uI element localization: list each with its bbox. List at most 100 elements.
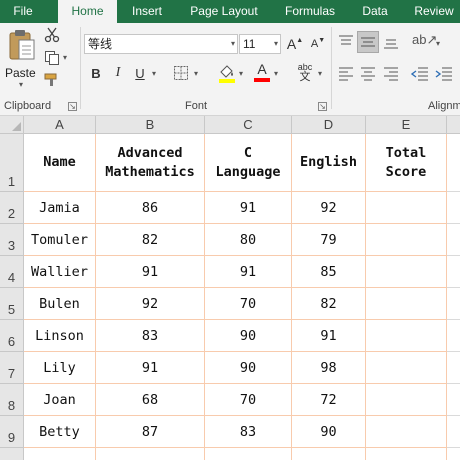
table-cell[interactable] xyxy=(366,384,447,416)
row-header-10[interactable]: 10 xyxy=(0,448,24,460)
table-cell[interactable]: 70 xyxy=(205,288,292,320)
table-cell[interactable] xyxy=(366,448,447,460)
table-cell[interactable] xyxy=(205,448,292,460)
table-cell[interactable]: 90 xyxy=(205,320,292,352)
table-cell[interactable] xyxy=(366,192,447,224)
align-center-icon[interactable] xyxy=(360,67,376,81)
bottom-align-icon[interactable] xyxy=(383,35,399,49)
fill-color-icon[interactable] xyxy=(218,63,236,83)
column-header-b[interactable]: B xyxy=(96,116,205,134)
row-header-7[interactable]: 7 xyxy=(0,352,24,384)
table-cell[interactable] xyxy=(447,352,460,384)
font-color-dropdown-icon[interactable]: ▾ xyxy=(274,69,278,78)
copy-dropdown-icon[interactable]: ▾ xyxy=(63,53,67,62)
tab-home[interactable]: Home xyxy=(58,0,117,23)
header-cell[interactable]: Name xyxy=(24,134,96,192)
row-header-3[interactable]: 3 xyxy=(0,224,24,256)
table-cell[interactable] xyxy=(447,416,460,448)
borders-dropdown-icon[interactable]: ▾ xyxy=(194,69,198,78)
middle-align-button[interactable] xyxy=(357,31,379,53)
table-cell[interactable] xyxy=(447,448,460,460)
font-name-combo[interactable]: 等线 ▾ xyxy=(84,34,238,54)
row-header-5[interactable]: 5 xyxy=(0,288,24,320)
table-cell[interactable]: 79 xyxy=(292,224,366,256)
decrease-font-button[interactable]: A ▼ xyxy=(308,34,328,54)
select-all-corner[interactable] xyxy=(0,116,24,134)
table-cell[interactable] xyxy=(366,256,447,288)
table-cell[interactable]: 85 xyxy=(292,256,366,288)
table-cell[interactable]: Linson xyxy=(24,320,96,352)
table-cell[interactable]: 92 xyxy=(292,192,366,224)
table-cell[interactable]: 90 xyxy=(205,352,292,384)
tab-file[interactable]: File xyxy=(4,0,42,23)
column-header-d[interactable]: D xyxy=(292,116,366,134)
orientation-dropdown-icon[interactable]: ▾ xyxy=(436,39,440,48)
table-cell[interactable]: 91 xyxy=(205,192,292,224)
table-cell[interactable]: Tomuler xyxy=(24,224,96,256)
table-cell[interactable] xyxy=(366,320,447,352)
increase-indent-icon[interactable] xyxy=(435,67,453,81)
italic-button[interactable]: I xyxy=(108,63,128,83)
table-cell[interactable]: 82 xyxy=(292,288,366,320)
tab-page-layout[interactable]: Page Layout xyxy=(184,0,264,23)
table-cell[interactable]: 91 xyxy=(96,352,205,384)
table-cell[interactable]: 72 xyxy=(292,384,366,416)
column-header-c[interactable]: C xyxy=(205,116,292,134)
bold-button[interactable]: B xyxy=(86,63,106,83)
row-header-8[interactable]: 8 xyxy=(0,384,24,416)
font-color-button[interactable]: A xyxy=(254,62,270,84)
header-cell[interactable]: Total Score xyxy=(366,134,447,192)
cut-icon[interactable] xyxy=(44,27,60,43)
decrease-indent-icon[interactable] xyxy=(411,67,429,81)
top-align-icon[interactable] xyxy=(338,35,354,49)
fill-color-dropdown-icon[interactable]: ▾ xyxy=(239,69,243,78)
table-cell[interactable]: 83 xyxy=(96,320,205,352)
underline-dropdown-icon[interactable]: ▾ xyxy=(152,69,156,78)
table-cell[interactable]: 70 xyxy=(205,384,292,416)
table-cell[interactable] xyxy=(366,416,447,448)
table-cell[interactable]: Bulen xyxy=(24,288,96,320)
table-cell[interactable]: 91 xyxy=(205,256,292,288)
font-size-combo[interactable]: 11 ▾ xyxy=(239,34,281,54)
table-cell[interactable]: Betty xyxy=(24,416,96,448)
row-header-9[interactable]: 9 xyxy=(0,416,24,448)
table-cell[interactable] xyxy=(447,320,460,352)
table-cell[interactable]: 90 xyxy=(292,416,366,448)
header-cell[interactable]: Advanced Mathematics xyxy=(96,134,205,192)
tab-formulas[interactable]: Formulas xyxy=(278,0,342,23)
table-cell[interactable] xyxy=(447,224,460,256)
table-cell[interactable]: 87 xyxy=(96,416,205,448)
table-cell[interactable] xyxy=(96,448,205,460)
column-header-e[interactable]: E xyxy=(366,116,447,134)
tab-data[interactable]: Data xyxy=(354,0,396,23)
table-cell[interactable]: Joan xyxy=(24,384,96,416)
table-cell[interactable]: 92 xyxy=(96,288,205,320)
borders-icon[interactable] xyxy=(173,65,189,81)
row-header-6[interactable]: 6 xyxy=(0,320,24,352)
table-cell[interactable]: 98 xyxy=(292,352,366,384)
table-cell[interactable] xyxy=(447,384,460,416)
clipboard-launcher-icon[interactable]: ↘ xyxy=(68,102,77,111)
phonetic-dropdown-icon[interactable]: ▾ xyxy=(318,69,322,78)
header-cell[interactable]: English xyxy=(292,134,366,192)
table-cell[interactable] xyxy=(447,134,460,192)
table-cell[interactable]: 86 xyxy=(96,192,205,224)
table-cell[interactable]: 68 xyxy=(96,384,205,416)
phonetic-button[interactable]: abc 文 xyxy=(294,63,316,83)
table-cell[interactable] xyxy=(366,352,447,384)
row-header-1[interactable]: 1 xyxy=(0,134,24,192)
table-cell[interactable]: 91 xyxy=(292,320,366,352)
table-cell[interactable] xyxy=(447,288,460,320)
table-cell[interactable]: Jamia xyxy=(24,192,96,224)
tab-insert[interactable]: Insert xyxy=(124,0,170,23)
increase-font-button[interactable]: A ▲ xyxy=(285,34,305,54)
table-cell[interactable] xyxy=(447,192,460,224)
table-cell[interactable]: Lily xyxy=(24,352,96,384)
underline-button[interactable]: U xyxy=(130,63,150,83)
table-cell[interactable]: 82 xyxy=(96,224,205,256)
table-cell[interactable]: Wallier xyxy=(24,256,96,288)
table-cell[interactable] xyxy=(292,448,366,460)
paste-button[interactable]: Paste ▾ xyxy=(4,27,40,89)
format-painter-icon[interactable] xyxy=(44,72,60,88)
column-header-extra[interactable] xyxy=(447,116,460,134)
